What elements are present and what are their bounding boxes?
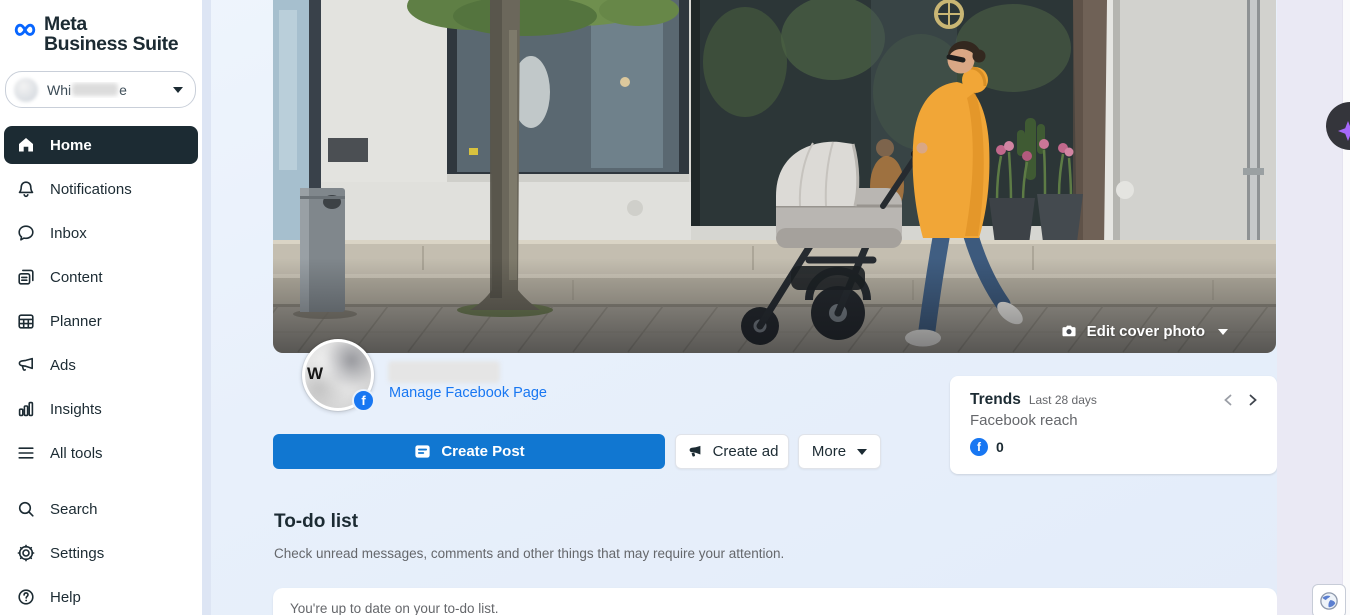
trends-card: Trends Last 28 days Facebook reach f 0: [950, 376, 1277, 474]
trends-title: Trends: [970, 391, 1021, 409]
sidebar-item-label: Insights: [50, 401, 102, 418]
business-switcher[interactable]: Whi e: [5, 71, 196, 108]
logo-text: Meta Business Suite: [44, 14, 178, 54]
logo-line2: Business Suite: [44, 34, 178, 54]
sidebar-item-label: Content: [50, 269, 103, 286]
meta-infinity-icon: [10, 19, 40, 41]
camera-icon: [1060, 323, 1078, 340]
sidebar-item-label: Ads: [50, 357, 76, 374]
right-edge-panel: [1277, 0, 1350, 615]
page-avatar-letter: W: [307, 364, 323, 384]
create-post-label: Create Post: [441, 443, 524, 460]
sidebar-item-label: Notifications: [50, 181, 132, 198]
sidebar-item-all-tools[interactable]: All tools: [0, 431, 202, 475]
bar-chart-icon: [16, 399, 36, 419]
chevron-left-icon: [1222, 394, 1234, 406]
globe-icon: [1318, 590, 1340, 612]
business-name-fragment: e: [119, 82, 127, 98]
gear-icon: [16, 543, 36, 563]
question-circle-icon: [16, 587, 36, 607]
sidebar-item-insights[interactable]: Insights: [0, 387, 202, 431]
create-post-button[interactable]: Create Post: [273, 434, 665, 469]
edit-cover-photo-label: Edit cover photo: [1087, 323, 1205, 340]
browser-globe-button[interactable]: [1312, 584, 1346, 615]
sidebar-item-label: Inbox: [50, 225, 87, 242]
sidebar-item-content[interactable]: Content: [0, 255, 202, 299]
sidebar-item-label: Home: [50, 137, 92, 154]
chat-bubble-icon: [16, 223, 36, 243]
magnifier-icon: [16, 499, 36, 519]
cover-photo: Edit cover photo: [273, 0, 1276, 353]
post-icon: [413, 442, 432, 461]
todo-list-description: Check unread messages, comments and othe…: [274, 546, 784, 561]
chevron-down-icon: [1218, 329, 1228, 335]
page-avatar[interactable]: W f: [302, 339, 374, 411]
home-icon: [16, 135, 36, 155]
bell-icon: [16, 179, 36, 199]
sidebar-item-label: Search: [50, 501, 98, 518]
calendar-grid-icon: [16, 311, 36, 331]
create-ad-label: Create ad: [713, 443, 779, 460]
right-edge-sliver: [1342, 0, 1350, 615]
redaction-blur: [72, 83, 118, 96]
sparkles-icon: [1328, 106, 1350, 146]
sidebar-item-label: Settings: [50, 545, 104, 562]
trends-metric-label: Facebook reach: [970, 412, 1257, 429]
ai-assistant-button[interactable]: [1326, 102, 1350, 150]
todo-list-heading: To-do list: [274, 511, 358, 533]
sidebar-item-inbox[interactable]: Inbox: [0, 211, 202, 255]
content-copy-icon: [16, 267, 36, 287]
trends-prev-button[interactable]: [1222, 394, 1234, 406]
trends-next-button[interactable]: [1247, 394, 1259, 406]
sidebar-item-label: All tools: [50, 445, 103, 462]
more-label: More: [812, 443, 846, 460]
manage-facebook-page-link[interactable]: Manage Facebook Page: [389, 385, 547, 401]
facebook-icon: f: [970, 438, 988, 456]
sidebar-item-label: Help: [50, 589, 81, 606]
business-name-redacted: Whi e: [47, 82, 173, 98]
sidebar-item-settings[interactable]: Settings: [0, 531, 202, 575]
meta-business-suite-logo[interactable]: Meta Business Suite: [10, 14, 178, 54]
facebook-badge-icon: f: [352, 389, 375, 412]
trends-period: Last 28 days: [1029, 393, 1097, 407]
sidebar: Meta Business Suite Whi e Home Notificat…: [0, 0, 202, 615]
business-name-fragment: Whi: [47, 82, 71, 98]
megaphone-filled-icon: [686, 443, 704, 461]
logo-line1: Meta: [44, 14, 178, 34]
more-button[interactable]: More: [798, 434, 881, 469]
sidebar-nav: Home Notifications Inbox Content: [0, 126, 202, 615]
sidebar-item-planner[interactable]: Planner: [0, 299, 202, 343]
sidebar-item-notifications[interactable]: Notifications: [0, 167, 202, 211]
sidebar-item-label: Planner: [50, 313, 102, 330]
sidebar-scroll-gap: [202, 0, 211, 615]
trends-facebook-value: 0: [996, 439, 1004, 455]
todo-empty-card: You're up to date on your to-do list.: [273, 588, 1277, 615]
sidebar-item-ads[interactable]: Ads: [0, 343, 202, 387]
sidebar-item-search[interactable]: Search: [0, 487, 202, 531]
chevron-down-icon: [173, 87, 183, 93]
nav-separator: [0, 475, 202, 487]
menu-lines-icon: [16, 443, 36, 463]
page-name-redacted: [388, 361, 500, 383]
sidebar-item-home[interactable]: Home: [4, 126, 198, 164]
megaphone-icon: [16, 355, 36, 375]
chevron-down-icon: [857, 449, 867, 455]
create-ad-button[interactable]: Create ad: [675, 434, 789, 469]
sidebar-item-help[interactable]: Help: [0, 575, 202, 615]
cover-photo-illustration: [273, 0, 1276, 353]
chevron-right-icon: [1247, 394, 1259, 406]
todo-empty-message: You're up to date on your to-do list.: [290, 601, 498, 615]
business-avatar-blurred: [14, 78, 38, 102]
edit-cover-photo-button[interactable]: Edit cover photo: [1060, 323, 1228, 340]
